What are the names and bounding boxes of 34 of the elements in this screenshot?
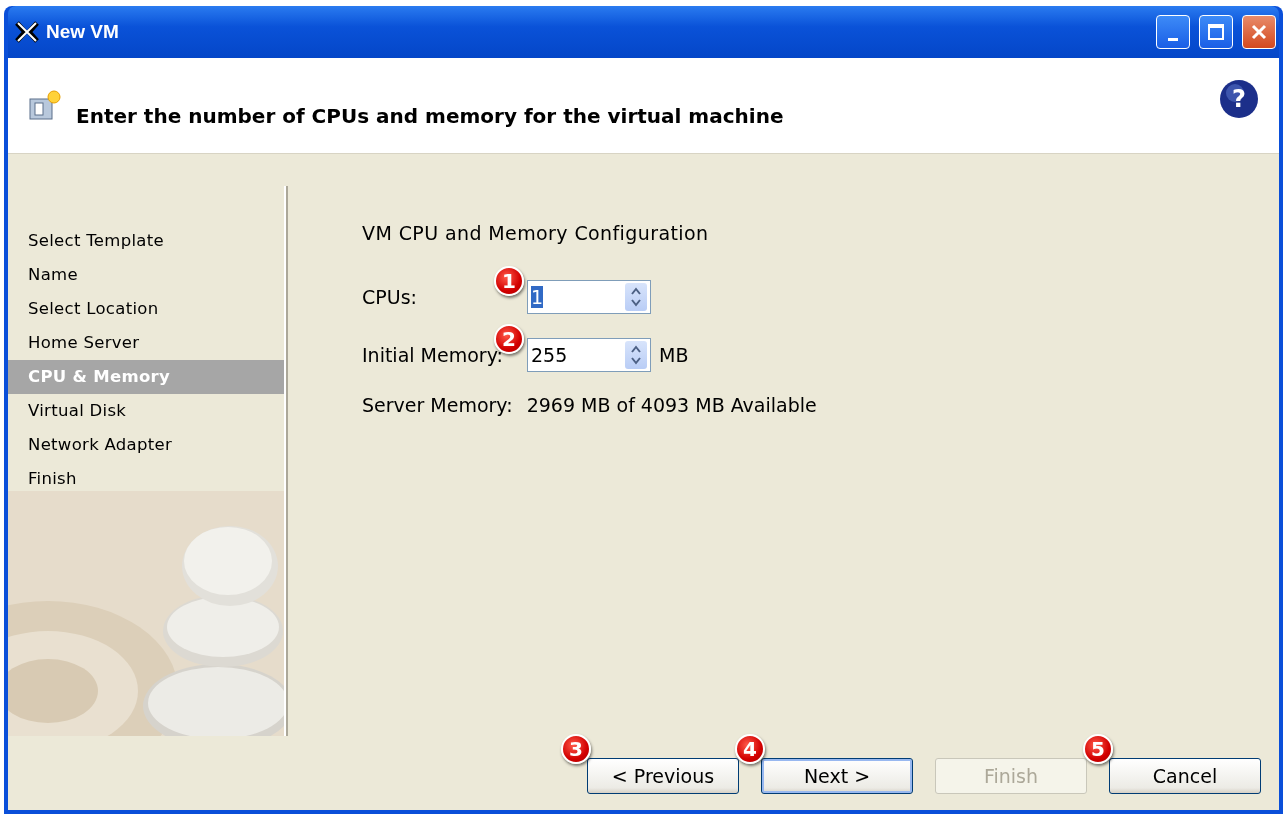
minimize-icon xyxy=(1168,37,1178,41)
help-icon[interactable]: ? xyxy=(1219,78,1259,119)
wizard-step[interactable]: Name xyxy=(8,258,284,292)
spin-arrows-icon[interactable] xyxy=(625,283,647,311)
number-badge: 4 xyxy=(735,734,765,764)
wizard-step[interactable]: Network Adapter xyxy=(8,428,284,462)
close-icon xyxy=(1250,23,1268,41)
maximize-icon xyxy=(1207,23,1225,41)
number-spinner[interactable]: 1 xyxy=(527,280,651,314)
window-title: New VM xyxy=(46,21,119,43)
number-badge: 1 xyxy=(494,266,524,296)
maximize-button[interactable] xyxy=(1199,15,1233,49)
wizard-step[interactable]: Select Location xyxy=(8,292,284,326)
number-badge: 5 xyxy=(1083,734,1113,764)
number-badge: 3 xyxy=(561,734,591,764)
app-logo-icon xyxy=(14,21,40,43)
spin-arrows-icon[interactable] xyxy=(625,341,647,369)
server-memory-label: Server Memory: xyxy=(362,394,513,416)
wizard-icon xyxy=(28,88,62,123)
wizard-step[interactable]: Finish xyxy=(8,462,284,496)
wizard-button[interactable]: < Previous xyxy=(587,758,739,794)
wizard-step[interactable]: Virtual Disk xyxy=(8,394,284,428)
wizard-button[interactable]: Next > xyxy=(761,758,913,794)
wizard-step[interactable]: Select Template xyxy=(8,224,284,258)
number-spinner[interactable]: 255 xyxy=(527,338,651,372)
field-label: CPUs: xyxy=(362,286,418,308)
wizard-button[interactable]: Cancel xyxy=(1109,758,1261,794)
unit-label: MB xyxy=(659,344,689,366)
wizard-heading: Enter the number of CPUs and memory for the virtual machine xyxy=(76,103,784,128)
server-memory-value: 2969 MB of 4093 MB Available xyxy=(526,394,817,416)
wizard-step[interactable]: Home Server xyxy=(8,326,284,360)
close-button[interactable] xyxy=(1242,15,1276,49)
minimize-button[interactable] xyxy=(1156,15,1190,49)
section-heading: VM CPU and Memory Configuration xyxy=(362,222,709,244)
